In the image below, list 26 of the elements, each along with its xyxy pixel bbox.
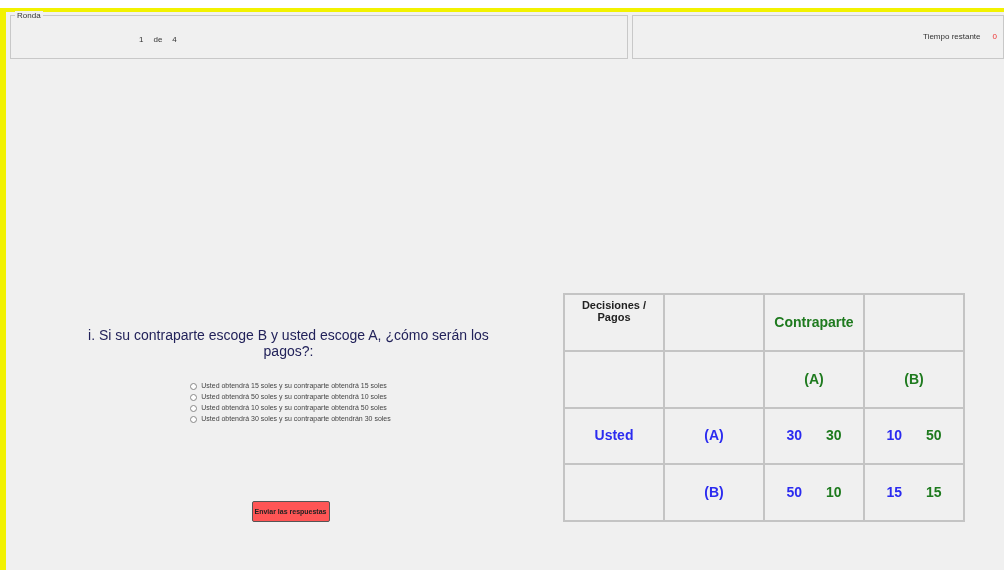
radio-button[interactable] xyxy=(190,404,198,412)
table-cell-text: 15 xyxy=(886,483,902,503)
table-cell-text: (A) xyxy=(704,426,724,446)
table-cell-text: (B) xyxy=(704,483,724,503)
radio-button[interactable] xyxy=(190,382,198,390)
table-cell-text: (A) xyxy=(804,369,824,389)
table-cell-text: Decisiones / Pagos xyxy=(580,299,648,323)
timer-label: Tiempo restante xyxy=(923,31,981,43)
timer-value: 0 xyxy=(992,31,997,43)
table-cell-text: 15 xyxy=(926,483,942,503)
table-cell-text: 10 xyxy=(886,426,902,446)
table-cell-text: 50 xyxy=(926,426,942,446)
table-cell-text: (B) xyxy=(904,369,924,389)
table-cell-text: Usted xyxy=(594,426,634,446)
table-cell-text: 50 xyxy=(786,483,802,503)
table-cell-text: Contraparte xyxy=(774,312,854,332)
table-cell-text: 10 xyxy=(826,483,842,503)
round-number: 1 xyxy=(139,34,144,46)
table-cell-text: 30 xyxy=(826,426,842,446)
table-cell-text: 30 xyxy=(786,426,802,446)
radio-button[interactable] xyxy=(190,393,198,401)
round-total: 4 xyxy=(172,34,177,46)
radio-button[interactable] xyxy=(190,415,198,423)
question-text: i. Si su contraparte escoge B y usted escoge A, ¿cómo serán los pagos?: xyxy=(87,327,490,359)
panel-legend: Ronda xyxy=(15,11,43,21)
round-separator: de xyxy=(153,34,163,46)
